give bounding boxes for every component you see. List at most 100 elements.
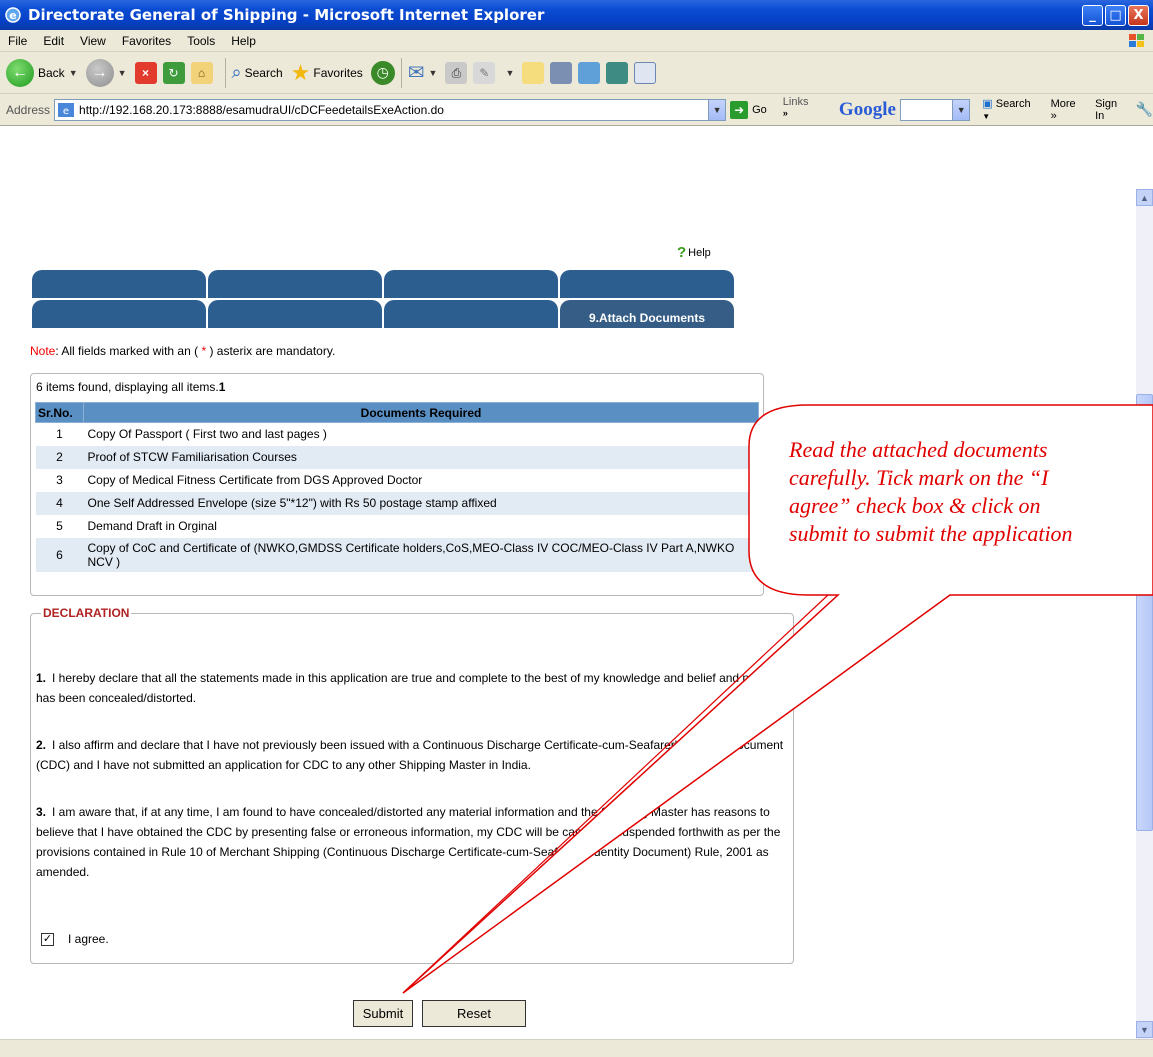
- google-dropdown-icon[interactable]: ▼: [952, 99, 970, 120]
- tab-attach-documents[interactable]: 9.Attach Documents: [560, 300, 734, 328]
- submit-button[interactable]: Submit: [353, 1000, 413, 1027]
- minimize-button[interactable]: _: [1082, 4, 1103, 26]
- form-tabs: 9.Attach Documents: [32, 270, 736, 330]
- mandatory-note: Note: All fields marked with an ( * ) as…: [30, 344, 335, 358]
- table-row: 4 One Self Addressed Envelope (size 5"*1…: [35, 491, 759, 515]
- row-document: Copy of Medical Fitness Certificate from…: [87, 473, 423, 487]
- address-dropdown-icon[interactable]: ▼: [708, 99, 726, 120]
- table-row: 6 Copy of CoC and Certificate of (NWKO,G…: [35, 537, 759, 572]
- vertical-scrollbar[interactable]: ▲ ▼: [1136, 189, 1153, 1039]
- declaration-number: 3.: [36, 805, 47, 819]
- address-bar: Address e http://192.168.20.173:8888/esa…: [0, 94, 1153, 126]
- menu-tools[interactable]: Tools: [179, 34, 223, 48]
- go-arrow-icon: ➜: [730, 100, 749, 119]
- forward-button[interactable]: → ▼: [85, 58, 127, 87]
- research-icon[interactable]: [550, 61, 573, 84]
- menu-edit[interactable]: Edit: [35, 34, 72, 48]
- history-icon[interactable]: ◷: [370, 60, 395, 85]
- edit-icon[interactable]: ✎: [473, 61, 496, 84]
- address-input[interactable]: e http://192.168.20.173:8888/esamudraUI/…: [54, 98, 727, 121]
- tab-row-2: 9.Attach Documents: [32, 300, 736, 328]
- page-icon[interactable]: [634, 61, 657, 84]
- declaration-number: 2.: [36, 738, 47, 752]
- google-search-icon: ▣: [982, 98, 993, 110]
- declaration-number: 1.: [36, 671, 47, 685]
- documents-summary: 6 items found, displaying all items.1: [36, 380, 225, 394]
- documents-panel: 6 items found, displaying all items.1 Sr…: [30, 373, 764, 596]
- note-suffix: ) asterix are mandatory.: [209, 344, 336, 358]
- documents-count-text: 6 items found, displaying all items.: [36, 380, 219, 394]
- table-row: 3 Copy of Medical Fitness Certificate fr…: [36, 469, 759, 492]
- print-icon[interactable]: ⎙: [445, 61, 468, 84]
- declaration-text: I also affirm and declare that I have no…: [36, 738, 784, 772]
- svg-text:e: e: [9, 9, 16, 22]
- ie-icon: e: [5, 7, 21, 23]
- discuss-icon[interactable]: [522, 61, 545, 84]
- row-srno: 6: [35, 537, 84, 572]
- menu-bar: File Edit View Favorites Tools Help: [0, 30, 1153, 52]
- tab-5[interactable]: [32, 300, 206, 328]
- window-icon[interactable]: [606, 61, 629, 84]
- maximize-button[interactable]: □: [1105, 4, 1126, 26]
- callout-text: Read the attached documents carefully. T…: [789, 436, 1149, 548]
- back-button[interactable]: ← Back ▼: [6, 58, 78, 87]
- declaration-text: I am aware that, if at any time, I am fo…: [36, 805, 781, 879]
- mail-dropdown-icon[interactable]: ▼: [429, 68, 438, 78]
- mail-icon: ✉: [407, 62, 425, 84]
- agree-checkbox[interactable]: ✓: [41, 932, 54, 946]
- menu-file[interactable]: File: [0, 34, 35, 48]
- table-row: 1 Copy Of Passport ( First two and last …: [36, 423, 759, 446]
- close-button[interactable]: X: [1128, 4, 1149, 26]
- tab-7[interactable]: [384, 300, 558, 328]
- note-middle: : All fields marked with an (: [55, 344, 199, 358]
- edit-dropdown-icon[interactable]: ▼: [505, 68, 514, 78]
- home-icon[interactable]: ⌂: [190, 61, 213, 84]
- help-link[interactable]: ? Help: [677, 244, 711, 261]
- tab-6[interactable]: [208, 300, 382, 328]
- scroll-down-icon[interactable]: ▼: [1136, 1021, 1153, 1038]
- tab-4[interactable]: [560, 270, 734, 298]
- tab-3[interactable]: [384, 270, 558, 298]
- stop-icon[interactable]: ×: [134, 61, 157, 84]
- scroll-up-icon[interactable]: ▲: [1136, 189, 1153, 206]
- mail-button[interactable]: ✉ ▼: [408, 60, 438, 85]
- tab-1[interactable]: [32, 270, 206, 298]
- table-row: 5 Demand Draft in Orginal: [36, 515, 759, 538]
- row-srno: 2: [35, 445, 84, 469]
- documents-page-link[interactable]: 1: [219, 380, 226, 394]
- messenger-icon[interactable]: [578, 61, 601, 84]
- google-logo: Google: [839, 99, 896, 121]
- google-logo-text: Google: [838, 98, 896, 120]
- reset-button[interactable]: Reset: [422, 1000, 526, 1027]
- google-search-button[interactable]: ▣ Search ▼: [982, 97, 1038, 122]
- search-button[interactable]: ⌕ Search: [232, 62, 283, 83]
- google-signin-button[interactable]: Sign In: [1095, 98, 1128, 122]
- tab-2[interactable]: [208, 270, 382, 298]
- menu-view[interactable]: View: [72, 34, 114, 48]
- documents-table: Sr.No. Documents Required 1 Copy Of Pass…: [35, 402, 759, 572]
- go-button[interactable]: ➜ Go: [730, 100, 767, 119]
- search-icon: ⌕: [231, 62, 242, 82]
- row-document: Demand Draft in Orginal: [87, 519, 217, 533]
- forward-dropdown-icon[interactable]: ▼: [118, 68, 127, 78]
- menu-help[interactable]: Help: [223, 34, 264, 48]
- favorites-button[interactable]: ★ Favorites: [291, 60, 363, 86]
- note-asterisk: *: [201, 344, 207, 358]
- windows-logo-icon: [1129, 34, 1144, 47]
- row-document: Copy Of Passport ( First two and last pa…: [87, 427, 327, 442]
- help-icon: ?: [677, 244, 687, 261]
- declaration-item-3: 3. I am aware that, if at any time, I am …: [36, 802, 790, 882]
- google-more-button[interactable]: More »: [1051, 98, 1084, 122]
- window-title: Directorate General of Shipping - Micros…: [28, 6, 545, 24]
- standard-toolbar: ← Back ▼ → ▼ × ↻ ⌂ ⌕ Search ★ Favorites …: [0, 52, 1153, 94]
- google-search-input[interactable]: ▼: [899, 98, 971, 121]
- callout-line: carefully. Tick mark on the “I: [789, 465, 1049, 490]
- menu-favorites[interactable]: Favorites: [114, 34, 179, 48]
- refresh-icon[interactable]: ↻: [162, 61, 185, 84]
- row-srno: 1: [56, 427, 63, 442]
- row-srno: 4: [35, 491, 84, 515]
- wrench-icon[interactable]: 🔧: [1136, 101, 1153, 118]
- links-button[interactable]: Links »: [783, 96, 815, 124]
- declaration-item-2: 2. I also affirm and declare that I have …: [36, 735, 790, 775]
- back-dropdown-icon[interactable]: ▼: [69, 68, 78, 78]
